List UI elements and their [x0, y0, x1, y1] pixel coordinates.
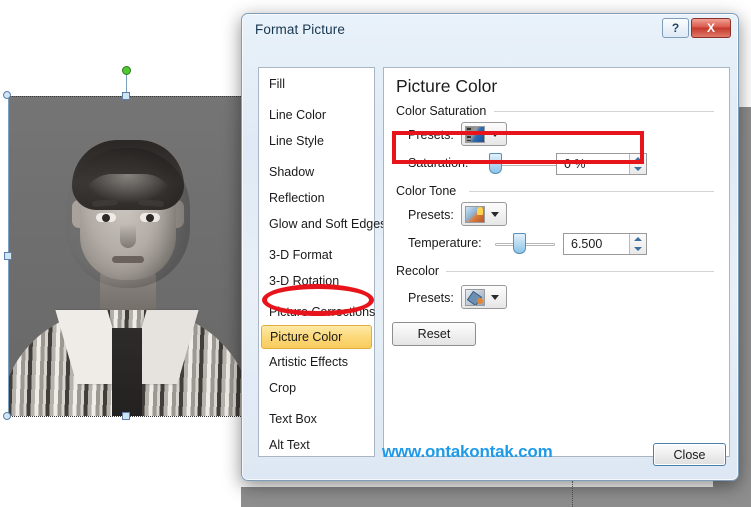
- sidebar-item-line-color[interactable]: Line Color: [259, 102, 374, 128]
- close-button[interactable]: Close: [653, 443, 726, 466]
- saturation-spinbox[interactable]: 0 %: [556, 153, 647, 175]
- resize-handle-bottom-center[interactable]: [122, 412, 130, 420]
- saturation-slider-label: Saturation:: [408, 156, 469, 170]
- category-list[interactable]: Fill Line Color Line Style Shadow Reflec…: [258, 67, 386, 458]
- stepper-down-icon[interactable]: [630, 244, 646, 254]
- recolor-presets-label: Presets:: [408, 291, 454, 305]
- slide-canvas: Format Picture ? X Fill Line Color Line …: [0, 0, 751, 507]
- resize-handle-top-left[interactable]: [3, 91, 11, 99]
- photo-face-shading: [66, 148, 190, 288]
- reset-button[interactable]: Reset: [392, 322, 476, 346]
- temperature-value: 6.500: [571, 237, 603, 251]
- saturation-slider-thumb[interactable]: [489, 153, 502, 174]
- sidebar-item-reflection[interactable]: Reflection: [259, 185, 374, 211]
- photo-shirt-placket: [112, 328, 142, 416]
- sidebar-item-picture-color[interactable]: Picture Color: [261, 325, 372, 349]
- resize-handle-bottom-left[interactable]: [3, 412, 11, 420]
- resize-handle-top-center[interactable]: [122, 92, 130, 100]
- picture-recolor-icon: [465, 288, 485, 306]
- dialog-body: Fill Line Color Line Style Shadow Reflec…: [250, 47, 730, 472]
- picture-selection[interactable]: [3, 66, 249, 420]
- sidebar-item-text-box[interactable]: Text Box: [259, 406, 374, 432]
- resize-handle-middle-left[interactable]: [4, 252, 12, 260]
- group-rule-recolor: [446, 271, 714, 272]
- saturation-presets-button[interactable]: [461, 122, 507, 146]
- temperature-slider-thumb[interactable]: [513, 233, 526, 254]
- temperature-stepper[interactable]: [629, 234, 646, 254]
- watermark-text: www.ontakontak.com: [382, 442, 553, 461]
- tone-presets-label: Presets:: [408, 208, 454, 222]
- group-label-color-saturation: Color Saturation: [396, 104, 493, 118]
- dialog-title: Format Picture: [255, 22, 345, 37]
- sidebar-item-crop[interactable]: Crop: [259, 375, 374, 401]
- tone-presets-button[interactable]: [461, 202, 507, 226]
- saturation-value: 0 %: [564, 157, 586, 171]
- sidebar-item-artistic-effects[interactable]: Artistic Effects: [259, 349, 374, 375]
- sidebar-item-line-style[interactable]: Line Style: [259, 128, 374, 154]
- sidebar-item-picture-corrections[interactable]: Picture Corrections: [259, 299, 375, 325]
- dialog-titlebar[interactable]: Format Picture ? X: [242, 14, 738, 47]
- sidebar-item-glow-and-soft-edges[interactable]: Glow and Soft Edges: [259, 211, 386, 237]
- help-icon[interactable]: ?: [662, 18, 689, 38]
- group-rule-color-saturation: [494, 111, 714, 112]
- chevron-down-icon: [491, 211, 499, 217]
- picture-temperature-icon: [465, 205, 485, 223]
- sidebar-item-3d-rotation[interactable]: 3-D Rotation: [259, 268, 374, 294]
- group-rule-color-tone: [469, 191, 714, 192]
- sidebar-item-alt-text[interactable]: Alt Text: [259, 432, 374, 458]
- close-icon[interactable]: X: [691, 18, 731, 38]
- sidebar-item-shadow[interactable]: Shadow: [259, 159, 374, 185]
- picture-saturation-icon: [465, 125, 485, 143]
- temperature-spinbox[interactable]: 6.500: [563, 233, 647, 255]
- stepper-up-icon[interactable]: [630, 154, 646, 164]
- saturation-stepper[interactable]: [629, 154, 646, 174]
- desk-background-lower-right: [241, 487, 751, 507]
- chevron-down-icon: [491, 294, 499, 300]
- sidebar-item-fill[interactable]: Fill: [259, 71, 374, 97]
- saturation-presets-label: Presets:: [408, 128, 454, 142]
- temperature-slider-label: Temperature:: [408, 236, 482, 250]
- guide-line: [572, 481, 573, 507]
- page-title: Picture Color: [396, 76, 498, 96]
- stepper-down-icon[interactable]: [630, 164, 646, 174]
- group-label-color-tone: Color Tone: [396, 184, 463, 198]
- stepper-up-icon[interactable]: [630, 234, 646, 244]
- recolor-presets-button[interactable]: [461, 285, 507, 309]
- chevron-down-icon: [491, 131, 499, 137]
- picture-color-pane: Picture Color Color Saturation Presets: …: [383, 67, 730, 457]
- portrait-image[interactable]: [8, 96, 245, 416]
- format-picture-dialog: Format Picture ? X Fill Line Color Line …: [241, 13, 739, 481]
- sidebar-item-3d-format[interactable]: 3-D Format: [259, 242, 374, 268]
- rotation-handle[interactable]: [122, 66, 131, 75]
- group-label-recolor: Recolor: [396, 264, 446, 278]
